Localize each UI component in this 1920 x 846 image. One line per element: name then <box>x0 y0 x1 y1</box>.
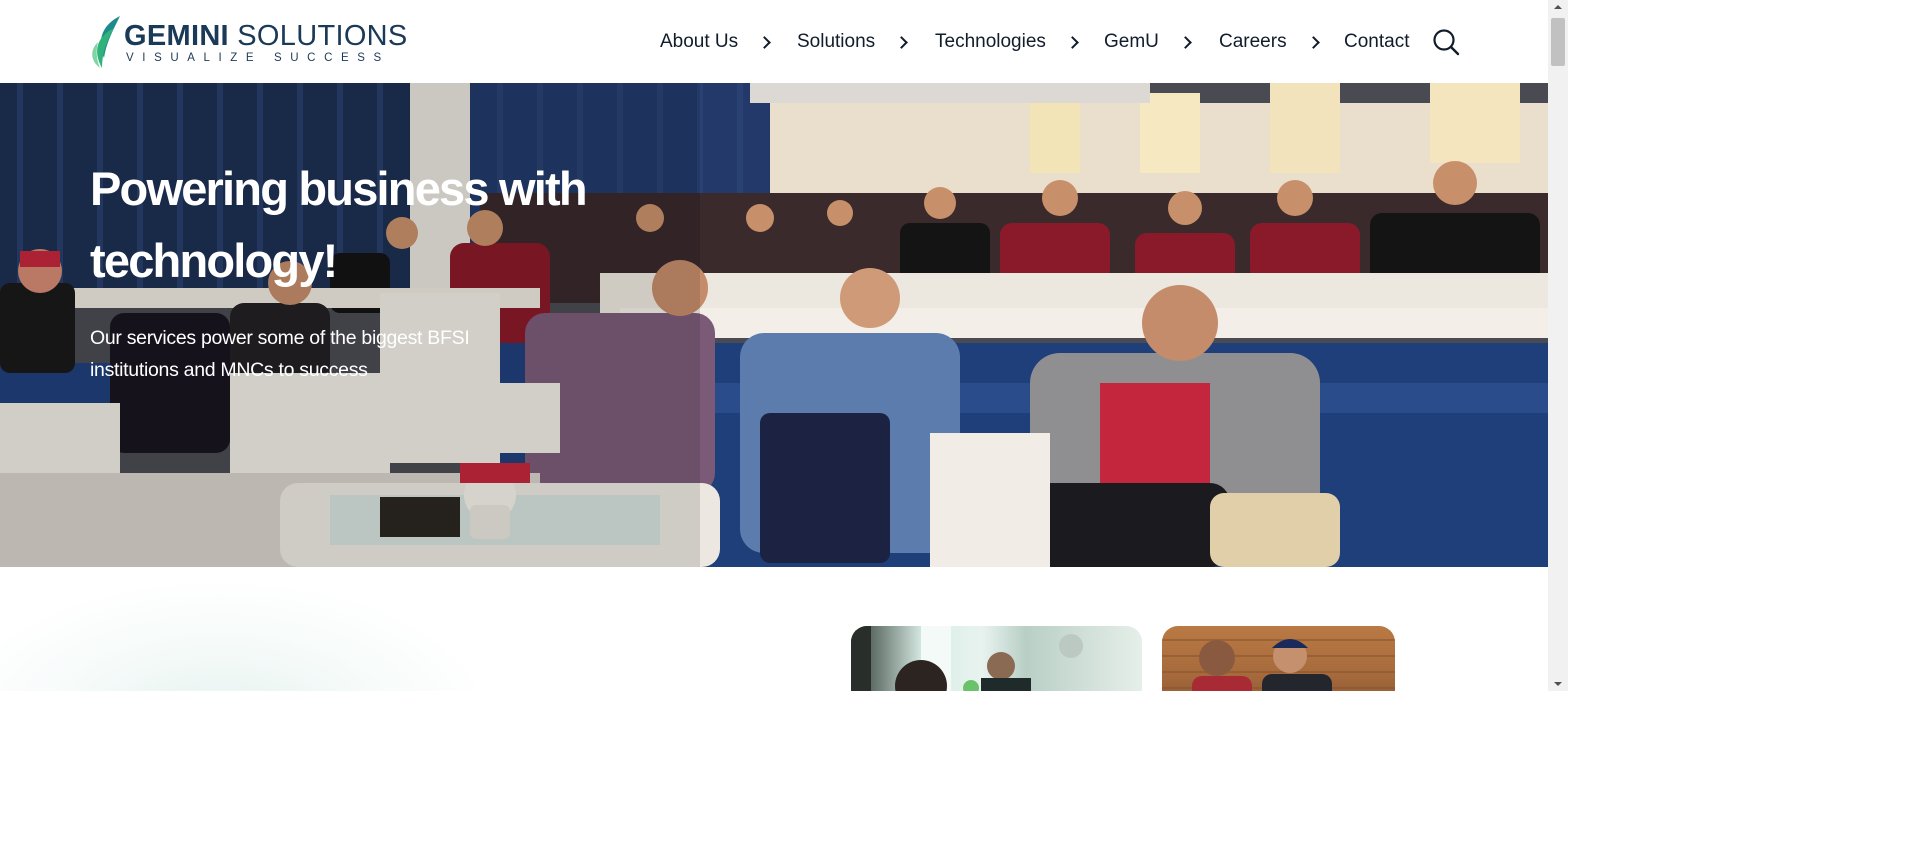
scrollbar-thumb[interactable] <box>1551 18 1565 66</box>
decorative-glow <box>0 577 500 691</box>
nav-item-about-us[interactable]: About Us <box>660 28 772 56</box>
nav-item-label: GemU <box>1104 31 1159 52</box>
office-photo-card <box>851 626 1142 691</box>
hero-banner: Powering business with technology! Our s… <box>0 83 1548 567</box>
nav-item-contact[interactable]: Contact <box>1344 28 1409 56</box>
nav-item-technologies[interactable]: Technologies <box>935 28 1079 56</box>
chevron-right-icon[interactable] <box>758 35 772 49</box>
hero-title: Powering business with technology! <box>90 162 588 287</box>
search-icon[interactable] <box>1432 28 1460 56</box>
scroll-down-arrow-icon[interactable] <box>1548 677 1568 691</box>
chevron-right-icon[interactable] <box>1179 35 1192 49</box>
nav-item-label: About Us <box>660 31 739 52</box>
hero-subtitle: Our services power some of the biggest B… <box>90 327 470 381</box>
intro-section <box>0 567 1548 691</box>
nav-item-label: Solutions <box>797 31 876 52</box>
main-nav: About Us Solutions Technologies GemU Car… <box>0 28 1548 56</box>
nav-item-solutions[interactable]: Solutions <box>797 28 909 56</box>
scroll-up-arrow-icon[interactable] <box>1548 0 1568 14</box>
team-photo-card <box>1162 626 1395 691</box>
page-scrollbar[interactable] <box>1548 0 1568 691</box>
nav-item-label: Careers <box>1219 31 1287 52</box>
chevron-right-icon[interactable] <box>1306 35 1320 49</box>
nav-item-label: Contact <box>1344 31 1410 52</box>
nav-item-gemu[interactable]: GemU <box>1104 28 1192 56</box>
chevron-right-icon[interactable] <box>895 35 909 49</box>
site-header: GEMINI SOLUTIONS VISUALIZE SUCCESS About… <box>0 0 1548 83</box>
nav-item-label: Technologies <box>935 31 1046 52</box>
chevron-right-icon[interactable] <box>1066 35 1079 49</box>
nav-item-careers[interactable]: Careers <box>1219 28 1320 56</box>
